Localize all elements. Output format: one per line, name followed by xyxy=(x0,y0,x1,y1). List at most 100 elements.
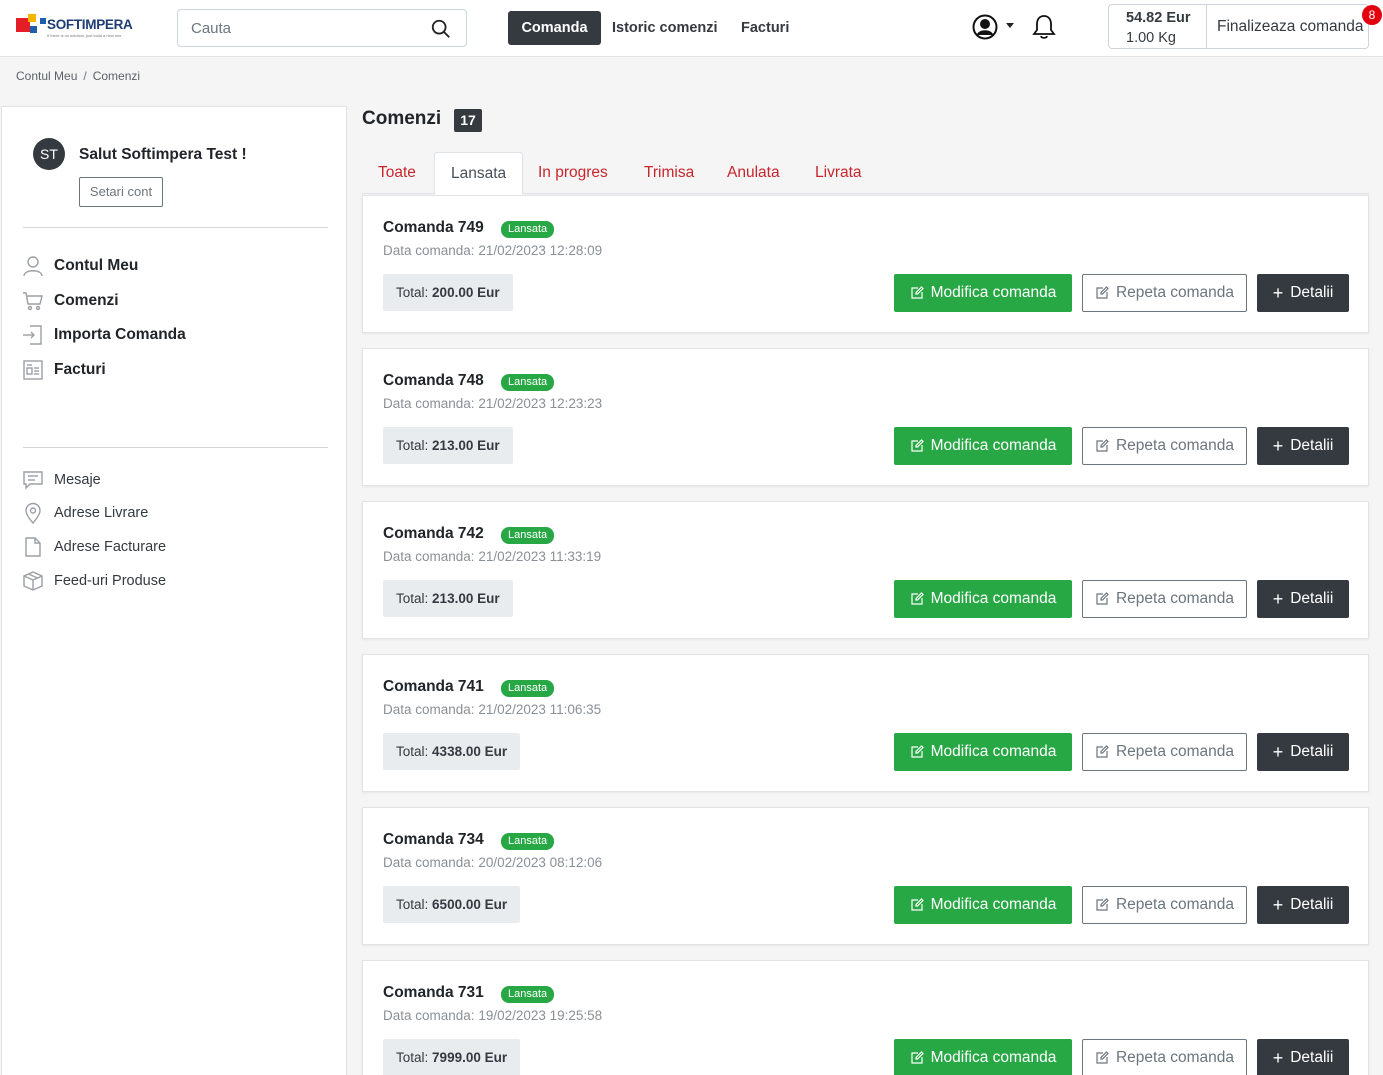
order-total: Total: 213.00 Eur xyxy=(383,580,513,617)
modify-order-button[interactable]: Modifica comanda xyxy=(894,274,1072,312)
modify-order-label: Modifica comanda xyxy=(930,284,1057,301)
details-label: Detalii xyxy=(1290,1049,1334,1066)
sidebar-item-adrese-livrare[interactable]: Adrese Livrare xyxy=(22,500,148,526)
repeat-order-button[interactable]: Repeta comanda xyxy=(1082,886,1247,924)
avatar: ST xyxy=(33,138,65,170)
repeat-order-button[interactable]: Repeta comanda xyxy=(1082,733,1247,771)
tab-in-progres[interactable]: In progres xyxy=(522,152,624,194)
details-button[interactable]: + Detalii xyxy=(1257,427,1349,465)
nav-istoric-comenzi[interactable]: Istoric comenzi xyxy=(612,11,718,45)
user-account-icon[interactable] xyxy=(972,14,998,40)
plus-icon: + xyxy=(1272,589,1284,609)
order-date: Data comanda: 21/02/2023 12:23:23 xyxy=(383,396,602,411)
nav-facturi[interactable]: Facturi xyxy=(741,11,789,45)
chevron-down-icon[interactable] xyxy=(1006,23,1014,28)
sidebar-item-label: Mesaje xyxy=(54,472,101,488)
modify-order-button[interactable]: Modifica comanda xyxy=(894,886,1072,924)
breadcrumb-current: Comenzi xyxy=(92,69,141,83)
repeat-order-label: Repeta comanda xyxy=(1115,590,1235,607)
account-settings-button[interactable]: Setari cont xyxy=(79,177,163,207)
order-title[interactable]: Comanda 731 xyxy=(383,984,484,1002)
modify-order-button[interactable]: Modifica comanda xyxy=(894,733,1072,771)
order-date-value: 21/02/2023 12:28:09 xyxy=(478,243,603,258)
message-icon xyxy=(23,471,43,490)
order-total-prefix: Total: xyxy=(396,744,429,759)
details-label: Detalii xyxy=(1290,284,1334,301)
order-title[interactable]: Comanda 748 xyxy=(383,372,484,390)
order-title[interactable]: Comanda 749 xyxy=(383,219,484,237)
invoice-icon xyxy=(23,360,43,380)
edit-icon xyxy=(1096,745,1109,758)
search-input[interactable] xyxy=(178,10,418,46)
edit-icon xyxy=(1096,439,1109,452)
order-total-prefix: Total: xyxy=(396,591,429,606)
details-button[interactable]: + Detalii xyxy=(1257,733,1349,771)
order-date-value: 21/02/2023 11:33:19 xyxy=(478,549,602,564)
repeat-order-button[interactable]: Repeta comanda xyxy=(1082,427,1247,465)
status-badge: Lansata xyxy=(501,833,555,850)
repeat-order-button[interactable]: Repeta comanda xyxy=(1082,580,1247,618)
modify-order-label: Modifica comanda xyxy=(930,437,1057,454)
tab-livrata[interactable]: Livrata xyxy=(799,152,878,194)
tab-toate[interactable]: Toate xyxy=(362,152,432,194)
order-title[interactable]: Comanda 742 xyxy=(383,525,484,543)
status-badge: Lansata xyxy=(501,680,555,697)
details-button[interactable]: + Detalii xyxy=(1257,580,1349,618)
details-button[interactable]: + Detalii xyxy=(1257,274,1349,312)
orders-count-badge: 17 xyxy=(454,109,482,132)
sidebar-item-contul-meu[interactable]: Contul Meu xyxy=(22,253,138,279)
repeat-order-button[interactable]: Repeta comanda xyxy=(1082,274,1247,312)
repeat-order-label: Repeta comanda xyxy=(1115,284,1235,301)
sidebar-item-comenzi[interactable]: Comenzi xyxy=(22,288,119,314)
order-date-prefix: Data comanda: xyxy=(383,855,475,870)
sidebar-item-feed-uri-produse[interactable]: Feed-uri Produse xyxy=(22,568,166,594)
order-total-value: 213.00 Eur xyxy=(432,591,500,606)
bell-icon[interactable] xyxy=(1031,13,1057,41)
softimpera-logo[interactable]: SOFTIMPERA If there is no solution, just… xyxy=(16,14,138,40)
order-date-value: 21/02/2023 12:23:23 xyxy=(478,396,603,411)
sidebar-item-label: Contul Meu xyxy=(54,257,139,274)
plus-icon: + xyxy=(1272,742,1284,762)
details-button[interactable]: + Detalii xyxy=(1257,1039,1349,1075)
plus-icon: + xyxy=(1272,895,1284,915)
sidebar-item-facturi[interactable]: Facturi xyxy=(22,357,106,383)
breadcrumb-separator: / xyxy=(83,69,87,83)
order-date-prefix: Data comanda: xyxy=(383,243,475,258)
status-badge: Lansata xyxy=(501,986,555,1003)
cart-summary[interactable]: 54.82 Eur 1.00 Kg Finalizeaza comanda xyxy=(1108,4,1369,49)
tab-lansata[interactable]: Lansata xyxy=(434,152,524,195)
logo-tagline: If there is no solution, just build a ne… xyxy=(47,33,122,38)
edit-icon xyxy=(1096,1051,1109,1064)
repeat-order-button[interactable]: Repeta comanda xyxy=(1082,1039,1247,1075)
sidebar-item-adrese-facturare[interactable]: Adrese Facturare xyxy=(22,534,166,560)
modify-order-button[interactable]: Modifica comanda xyxy=(894,427,1072,465)
sidebar-item-importa-comanda[interactable]: Importa Comanda xyxy=(22,322,186,348)
box-icon xyxy=(23,571,43,591)
repeat-order-label: Repeta comanda xyxy=(1115,437,1235,454)
tab-trimisa[interactable]: Trimisa xyxy=(628,152,710,194)
order-title[interactable]: Comanda 734 xyxy=(383,831,484,849)
details-label: Detalii xyxy=(1290,896,1334,913)
edit-icon xyxy=(910,1051,924,1064)
order-date: Data comanda: 21/02/2023 12:28:09 xyxy=(383,243,602,258)
edit-icon xyxy=(910,286,924,299)
order-date-prefix: Data comanda: xyxy=(383,549,475,564)
edit-icon xyxy=(910,745,924,758)
modify-order-button[interactable]: Modifica comanda xyxy=(894,580,1072,618)
modify-order-button[interactable]: Modifica comanda xyxy=(894,1039,1072,1075)
import-icon xyxy=(23,325,42,345)
tab-anulata[interactable]: Anulata xyxy=(711,152,796,194)
order-title[interactable]: Comanda 741 xyxy=(383,678,484,696)
search-icon[interactable] xyxy=(430,18,452,40)
sidebar-item-mesaje[interactable]: Mesaje xyxy=(22,467,101,493)
order-card: Comanda 731 Lansata Data comanda: 19/02/… xyxy=(362,960,1369,1075)
order-total-value: 200.00 Eur xyxy=(432,285,500,300)
breadcrumb-home[interactable]: Contul Meu xyxy=(16,69,77,83)
finalize-order-button[interactable]: Finalizeaza comanda xyxy=(1217,18,1363,36)
order-card: Comanda 749 Lansata Data comanda: 21/02/… xyxy=(362,195,1369,333)
details-button[interactable]: + Detalii xyxy=(1257,886,1349,924)
order-total: Total: 4338.00 Eur xyxy=(383,733,521,770)
edit-icon xyxy=(1096,592,1109,605)
order-total: Total: 213.00 Eur xyxy=(383,427,513,464)
nav-comanda[interactable]: Comanda xyxy=(508,11,601,45)
